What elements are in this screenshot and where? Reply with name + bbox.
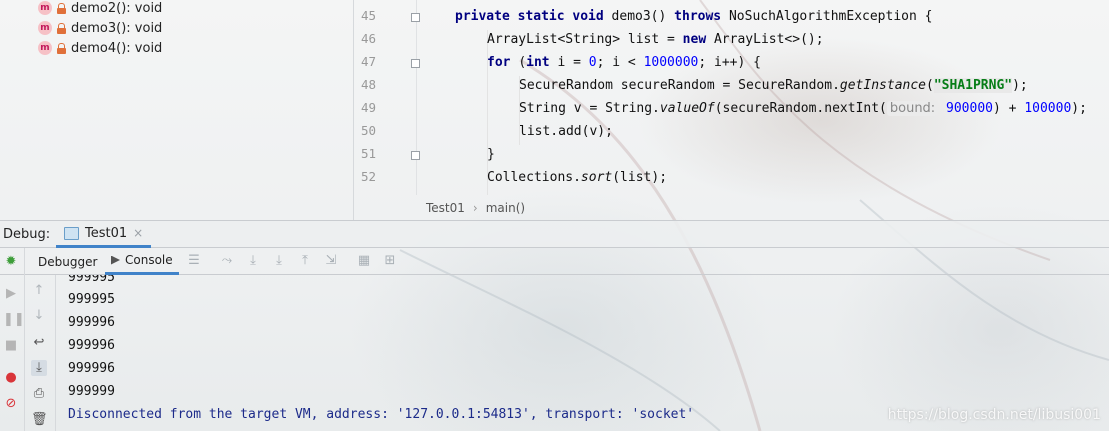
debug-label: Debug:: [3, 227, 51, 242]
code-editor[interactable]: 45 46 47 48 49 50 51 52 private static v…: [353, 0, 1109, 220]
code-line-47: for (int i = 0; i < 1000000; i++) {: [487, 55, 761, 70]
show-execution-point-icon[interactable]: ⤳: [219, 253, 235, 269]
debug-toolbar: Debugger Console ☰ ⤳ ⤓ ⤓ ⤒ ⇲ ▦ ⊞: [0, 248, 1109, 275]
code-line-45: private static void demo3() throws NoSuc…: [455, 9, 933, 24]
watermark: https://blog.csdn.net/libusi001: [887, 407, 1101, 423]
down-arrow-icon[interactable]: ↓: [31, 308, 47, 324]
step-out-icon[interactable]: ⤒: [297, 253, 313, 269]
lock-icon: [57, 2, 66, 14]
console-side-toolbar: ↑ ↓ ↩ ⤓ ⎙ 🗑: [24, 275, 56, 431]
line-number: 45: [360, 8, 376, 23]
lock-icon: [57, 22, 66, 34]
resume-icon[interactable]: ▶: [3, 286, 19, 302]
run-config-icon: [64, 226, 79, 240]
print-icon[interactable]: ⎙: [31, 386, 47, 402]
bug-icon[interactable]: ✹: [3, 254, 19, 270]
breadcrumb-separator: ›: [472, 200, 478, 215]
project-tree: m demo2(): void m demo3(): void m demo4(…: [0, 0, 353, 220]
console-line: 999996: [68, 338, 115, 353]
debug-tool-window-header: Debug: Test01 ×: [0, 220, 1109, 248]
line-number: 50: [360, 123, 376, 138]
fold-marker-icon[interactable]: [411, 151, 420, 160]
tab-label: Test01: [85, 225, 128, 241]
tree-item-label: demo3(): void: [71, 20, 163, 36]
line-number: 46: [360, 31, 376, 46]
view-breakpoints-icon[interactable]: ●: [3, 370, 19, 386]
console-line: 999995: [68, 275, 115, 285]
debug-left-rail: ✹ ▶ ❚❚ ■ ● ⊘: [0, 248, 25, 431]
code-line-48: SecureRandom secureRandom = SecureRandom…: [519, 78, 1028, 93]
tab-test01[interactable]: Test01 ×: [56, 221, 152, 248]
scroll-to-end-icon[interactable]: ⤓: [31, 360, 47, 376]
evaluate-icon[interactable]: ▦: [356, 253, 372, 269]
tree-item-demo3[interactable]: m demo3(): void: [38, 18, 162, 38]
line-number: 47: [360, 54, 376, 69]
console-icon: [111, 255, 120, 265]
console-line: 999999: [68, 384, 115, 399]
breadcrumb-class[interactable]: Test01: [426, 201, 465, 215]
code-line-51: }: [487, 147, 495, 162]
tab-debugger-label: Debugger: [38, 254, 98, 269]
console-line: 999996: [68, 315, 115, 330]
tab-console[interactable]: Console: [105, 248, 179, 275]
run-to-cursor-icon[interactable]: ⇲: [323, 253, 339, 269]
lock-icon: [57, 42, 66, 54]
stop-icon[interactable]: ■: [3, 338, 19, 354]
line-number: 49: [360, 100, 376, 115]
pause-icon[interactable]: ❚❚: [3, 312, 25, 328]
trace-icon[interactable]: ⊞: [382, 253, 398, 269]
fold-marker-icon[interactable]: [411, 59, 420, 68]
line-number: 51: [360, 146, 376, 161]
method-icon: m: [38, 1, 52, 15]
code-line-46: ArrayList<String> list = new ArrayList<>…: [487, 32, 824, 47]
editor-gutter[interactable]: 45 46 47 48 49 50 51 52: [354, 0, 420, 195]
code-line-49: String v = String.valueOf(secureRandom.n…: [519, 101, 1087, 116]
up-arrow-icon[interactable]: ↑: [31, 283, 47, 299]
close-icon[interactable]: ×: [133, 226, 143, 240]
tab-debugger[interactable]: Debugger: [32, 248, 103, 275]
code-line-52: Collections.sort(list);: [487, 170, 668, 185]
code-line-50: list.add(v);: [519, 124, 613, 139]
menu-icon[interactable]: ☰: [186, 253, 202, 269]
step-over-icon[interactable]: ⤓: [245, 253, 261, 269]
mute-breakpoints-icon[interactable]: ⊘: [3, 396, 19, 412]
breadcrumb: Test01 › main(): [354, 195, 1109, 220]
method-icon: m: [38, 41, 52, 55]
line-number: 52: [360, 169, 376, 184]
console-line: 999996: [68, 361, 115, 376]
tree-item-demo2[interactable]: m demo2(): void: [38, 0, 162, 18]
step-into-icon[interactable]: ⤓: [271, 253, 287, 269]
soft-wrap-icon[interactable]: ↩: [31, 335, 47, 351]
tab-console-label: Console: [125, 253, 173, 267]
line-number: 48: [360, 77, 376, 92]
console-line: 999995: [68, 292, 115, 307]
method-icon: m: [38, 21, 52, 35]
tree-item-label: demo4(): void: [71, 40, 163, 56]
trash-icon[interactable]: 🗑: [31, 412, 48, 428]
tree-item-label: demo2(): void: [71, 0, 163, 16]
tree-item-demo4[interactable]: m demo4(): void: [38, 38, 162, 58]
console-status-line: Disconnected from the target VM, address…: [68, 407, 695, 422]
breadcrumb-method[interactable]: main(): [486, 201, 525, 215]
parameter-hint: bound:: [886, 101, 939, 116]
fold-marker-icon[interactable]: [411, 13, 420, 22]
